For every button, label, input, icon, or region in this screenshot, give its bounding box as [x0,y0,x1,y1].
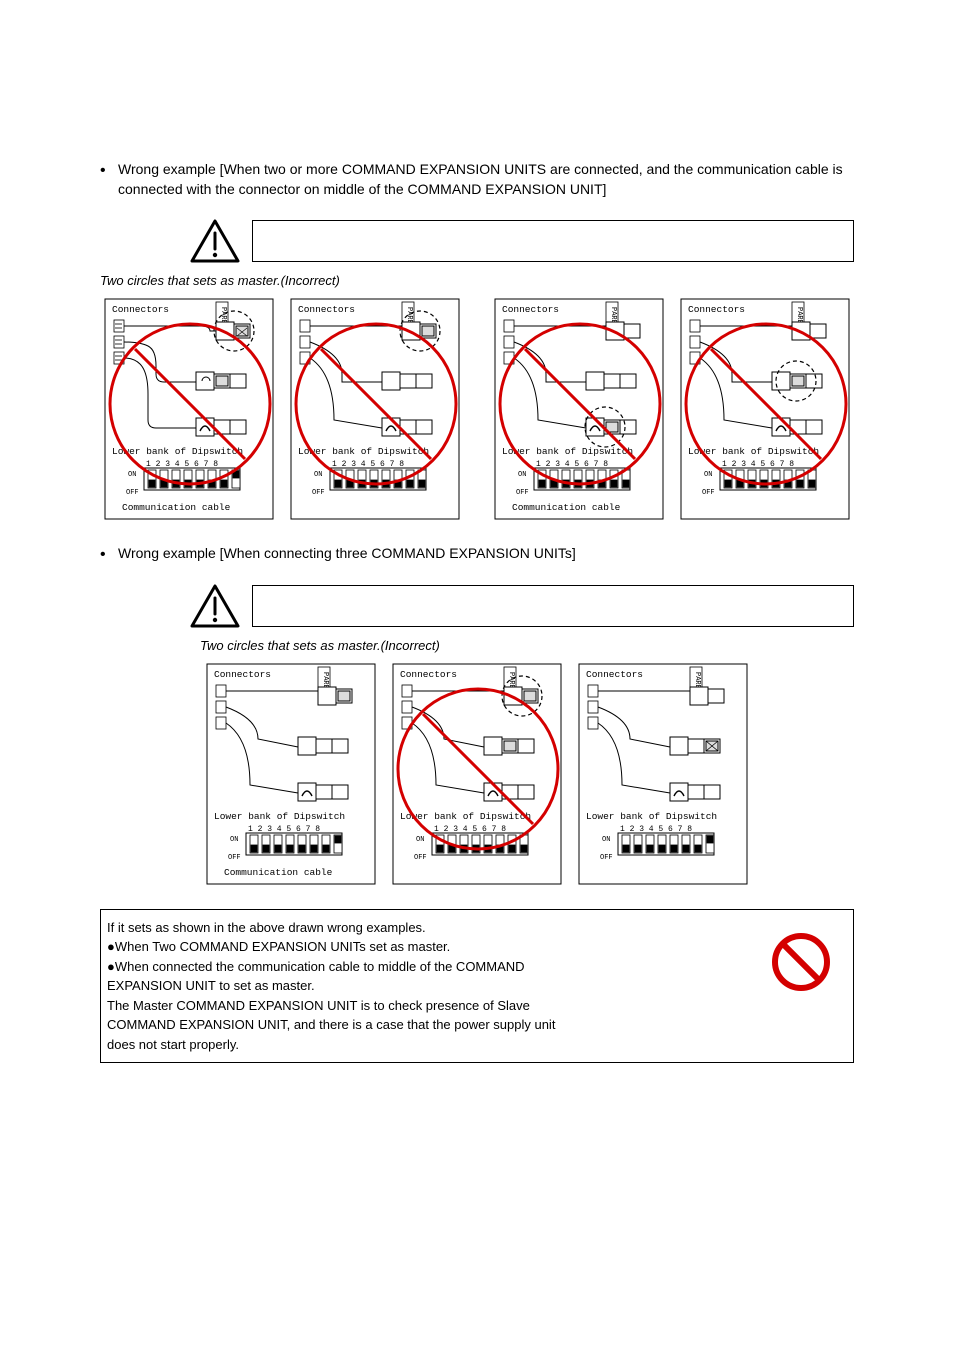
board-c: Connectors PARENT [490,294,668,524]
dipswitch-label: Lower bank of Dipswitch [112,446,243,457]
board-a: Connectors PARENT [100,294,278,524]
prohibited-summary-box: If it sets as shown in the above drawn w… [100,909,854,1064]
off-label: OFF [702,489,715,497]
connectors-label: Connectors [214,669,271,680]
connectors-label: Connectors [112,304,169,315]
prohibit-line-5: COMMAND EXPANSION UNIT, and there is a c… [107,1015,733,1035]
comm-cable-label: Communication cable [224,867,333,878]
dipswitch-label: Lower bank of Dipswitch [688,446,819,457]
on-label: ON [602,836,610,844]
prohibit-line-2: ●When connected the communication cable … [107,957,733,977]
connectors-label: Connectors [502,304,559,315]
prohibit-line-4: The Master COMMAND EXPANSION UNIT is to … [107,996,733,1016]
off-label: OFF [414,854,427,862]
off-label: OFF [228,854,241,862]
connectors-label: Connectors [688,304,745,315]
warning-triangle-icon [190,584,240,628]
off-label: OFF [600,854,613,862]
comm-cable-label: Communication cable [122,502,231,513]
board-d: Connectors PARENT [676,294,854,524]
prohibit-line-3: EXPANSION UNIT to set as master. [107,976,733,996]
warning-caption-box-2 [252,585,854,627]
on-label: ON [416,836,424,844]
prohibit-line-1: ●When Two COMMAND EXPANSION UNITs set as… [107,937,733,957]
warning-triangle-icon [190,219,240,263]
warning-row-2 [190,584,854,628]
warning-row-1 [190,219,854,263]
connectors-label: Connectors [586,669,643,680]
dipswitch-label: Lower bank of Dipswitch [586,811,717,822]
connectors-label: Connectors [400,669,457,680]
connectors-label: Connectors [298,304,355,315]
dipswitch-label: Lower bank of Dipswitch [214,811,345,822]
dipswitch-label: Lower bank of Dipswitch [298,446,429,457]
board-g: Connectors PARENT Lower bank of Dipswitc… [574,659,752,889]
on-label: ON [704,471,712,479]
board-f: Connectors PARENT Lower bank of Dipswitc… [388,659,566,889]
bullet-two-connectors: Wrong example [When two or more COMMAND … [118,160,854,199]
on-label: ON [314,471,322,479]
on-label: ON [230,836,238,844]
incorrect-note-2: Two circles that sets as master.(Incorre… [100,273,854,288]
comm-cable-label: Communication cable [512,502,621,513]
three-board-row: Connectors PARENT Lower bank of Dipswitc… [100,659,854,889]
off-label: OFF [126,489,139,497]
warning-caption-box-1 [252,220,854,262]
dipswitch-label: Lower bank of Dipswitch [400,811,531,822]
prohibit-icon [769,930,833,994]
on-label: ON [518,471,526,479]
on-label: ON [128,471,136,479]
board-b: Connectors PARENT [286,294,464,524]
prohibit-line-0: If it sets as shown in the above drawn w… [107,918,733,938]
incorrect-note-3: Two circles that sets as master.(Incorre… [200,638,854,653]
dipswitch-label: Lower bank of Dipswitch [502,446,633,457]
bullet-three-connectors: Wrong example [When connecting three COM… [118,544,854,564]
two-board-row: Connectors PARENT [100,294,854,524]
prohibit-line-6: does not start properly. [107,1035,733,1055]
off-label: OFF [516,489,529,497]
off-label: OFF [312,489,325,497]
board-e: Connectors PARENT Lower bank of Dipswitc… [202,659,380,889]
